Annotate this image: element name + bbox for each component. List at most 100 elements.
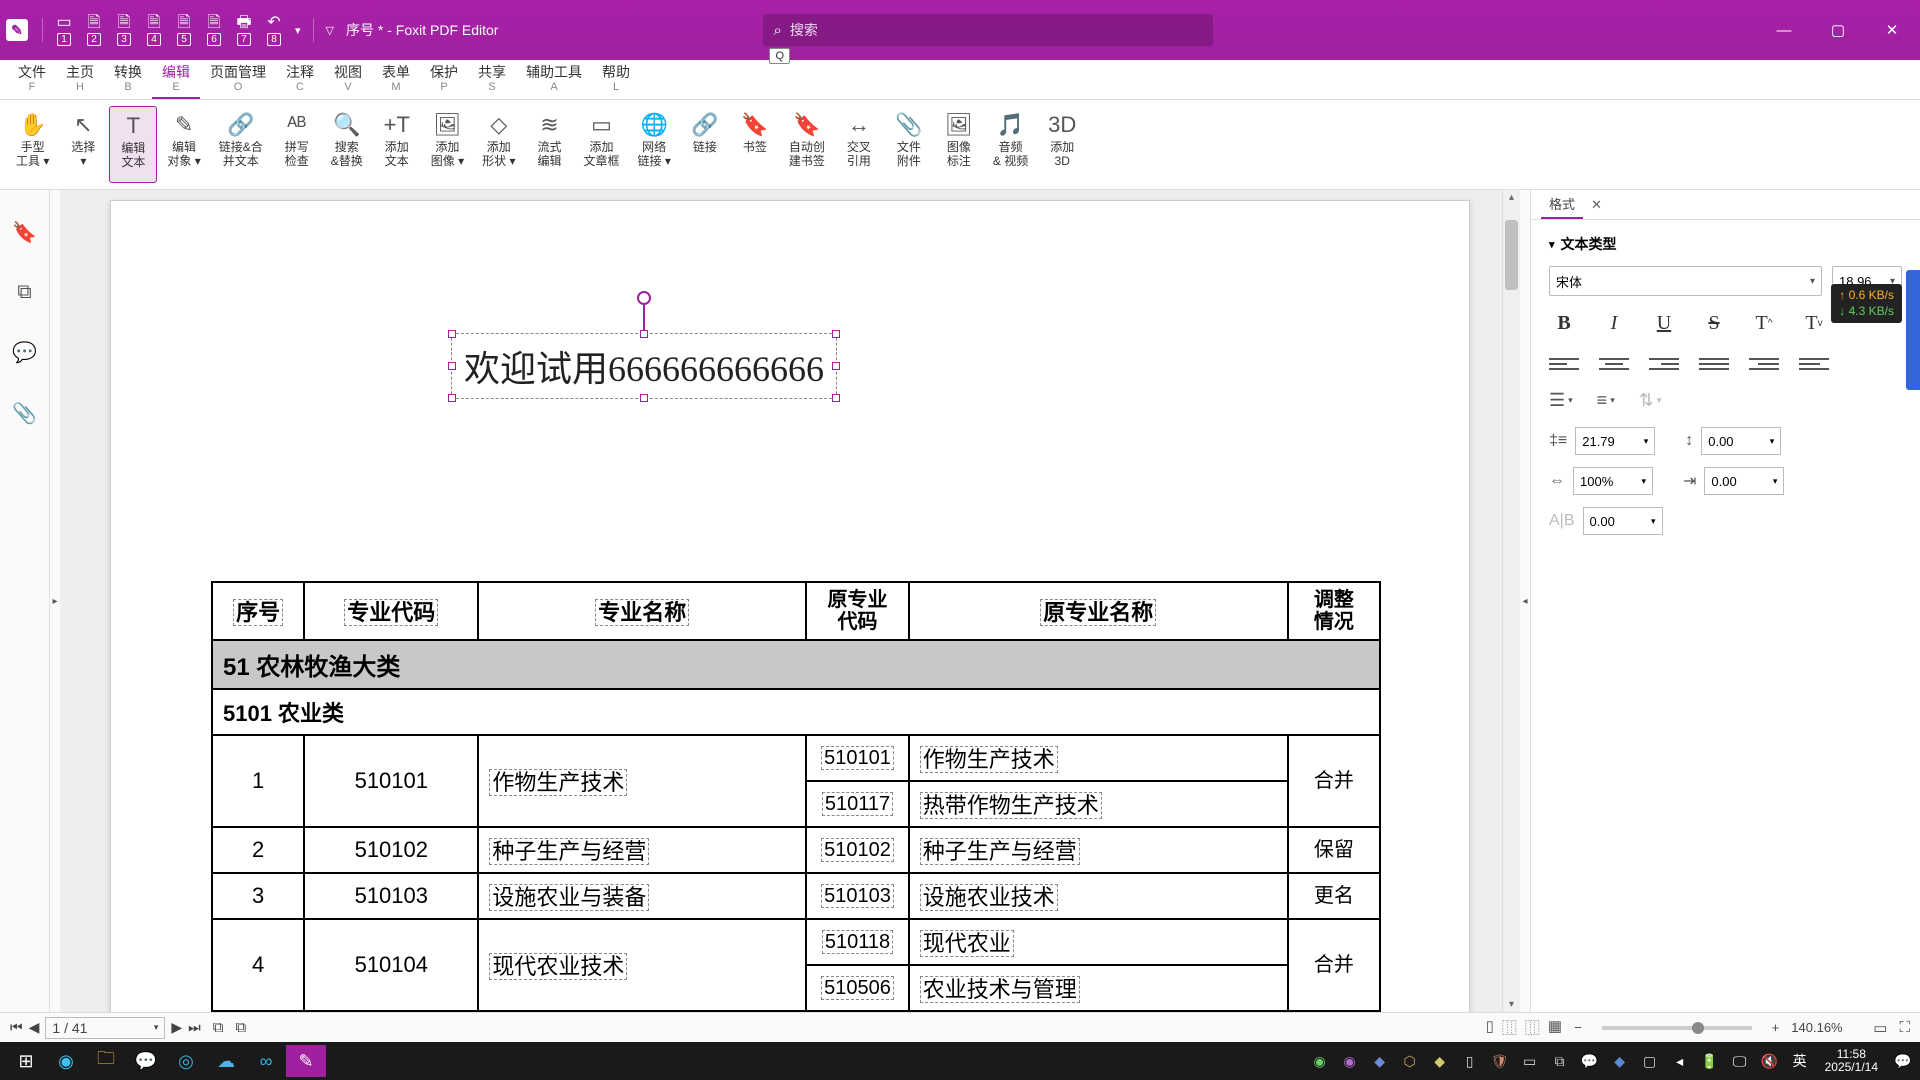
clock[interactable]: 11:58 2025/1/14 <box>1819 1048 1884 1074</box>
page-number-input[interactable]: 1 / 41▾ <box>45 1017 165 1039</box>
tray-icon[interactable]: ⬡ <box>1399 1053 1421 1070</box>
resize-handle-mr[interactable] <box>832 362 840 370</box>
volume-icon[interactable]: 🔇 <box>1759 1053 1781 1070</box>
align-left-button[interactable] <box>1549 352 1579 376</box>
quick-access-5[interactable]: 🗎5 <box>169 10 199 50</box>
ribbon-btn-2[interactable]: T编辑文本 <box>109 106 157 183</box>
align-right-button[interactable] <box>1649 352 1679 376</box>
restore-button[interactable]: ▢ <box>1816 14 1860 46</box>
tray-icon[interactable]: ▢ <box>1639 1053 1661 1070</box>
ribbon-btn-12[interactable]: 🌐网络链接 ▾ <box>629 106 678 183</box>
right-expand-handle[interactable]: ◂ <box>1520 190 1530 1012</box>
subscript-button[interactable]: Tv <box>1799 308 1829 338</box>
app2-icon[interactable]: ☁ <box>206 1045 246 1077</box>
zoom-slider[interactable] <box>1602 1026 1752 1030</box>
scroll-up-icon[interactable]: ▴ <box>1503 192 1520 203</box>
quick-access-6[interactable]: 🗎6 <box>199 10 229 50</box>
notifications-icon[interactable]: 💬 <box>1892 1053 1914 1070</box>
app1-icon[interactable]: ◎ <box>166 1045 206 1077</box>
zoom-in-button[interactable]: + <box>1772 1020 1780 1035</box>
last-page-button[interactable]: ⏭ <box>188 1019 201 1036</box>
resize-handle-ml[interactable] <box>448 362 456 370</box>
attachments-icon[interactable]: 📎 <box>12 401 37 426</box>
scale-input[interactable]: 100%▾ <box>1573 467 1653 495</box>
tray-icon[interactable]: ▭ <box>1519 1053 1541 1070</box>
right-side-tab[interactable] <box>1906 270 1920 390</box>
search-input[interactable] <box>790 22 1204 38</box>
menu-tab-O[interactable]: 页面管理O <box>200 60 276 99</box>
zoom-out-button[interactable]: − <box>1574 1020 1582 1035</box>
ribbon-btn-4[interactable]: 🔗链接&合并文本 <box>211 106 271 183</box>
align-center-button[interactable] <box>1599 352 1629 376</box>
selection-box[interactable]: 欢迎试用666666666666 <box>451 333 837 399</box>
ribbon-btn-20[interactable]: 3D添加3D <box>1038 106 1086 183</box>
tray-icon[interactable]: ◉ <box>1309 1053 1331 1070</box>
tray-icon[interactable]: 💬 <box>1579 1053 1601 1070</box>
ime-indicator[interactable]: 英 <box>1789 1051 1811 1071</box>
ribbon-btn-9[interactable]: ◇添加形状 ▾ <box>474 106 523 183</box>
menu-tab-C[interactable]: 注释C <box>276 60 324 99</box>
bold-button[interactable]: B <box>1549 308 1579 338</box>
start-button[interactable]: ⊞ <box>6 1045 46 1077</box>
resize-handle-br[interactable] <box>832 394 840 402</box>
zoom-knob[interactable] <box>1692 1022 1704 1034</box>
qat-expand-icon[interactable]: ▽ <box>326 24 334 37</box>
fullscreen-button[interactable]: ⛶ <box>1899 1019 1910 1036</box>
ribbon-btn-19[interactable]: 🎵音频& 视频 <box>985 106 1036 183</box>
document-view[interactable]: 欢迎试用666666666666 序号专业代码专业名称原专业代码原专业名称调整情… <box>60 190 1520 1012</box>
wechat-icon[interactable]: 💬 <box>126 1045 166 1077</box>
indent-decrease-button[interactable] <box>1749 352 1779 376</box>
zoom-value[interactable]: 140.16% <box>1791 1020 1861 1035</box>
line-spacing-input[interactable]: 21.79▾ <box>1575 427 1655 455</box>
menu-tab-M[interactable]: 表单M <box>372 60 420 99</box>
indent-increase-button[interactable] <box>1799 352 1829 376</box>
tray-icon[interactable]: ◆ <box>1429 1053 1451 1070</box>
ribbon-btn-18[interactable]: 🖼图像标注 <box>935 106 983 183</box>
pages-icon[interactable]: ⧉ <box>17 281 31 304</box>
battery-icon[interactable]: 🔋 <box>1699 1053 1721 1070</box>
resize-handle-tl[interactable] <box>448 330 456 338</box>
tray-icon[interactable]: ◆ <box>1609 1053 1631 1070</box>
read-mode-button[interactable]: ▭ <box>1873 1019 1887 1037</box>
comments-icon[interactable]: 💬 <box>12 340 37 365</box>
next-page-button[interactable]: ▶ <box>171 1019 182 1036</box>
ribbon-btn-1[interactable]: ↖选择▾ <box>59 106 107 183</box>
tray-icon[interactable]: ◆ <box>1369 1053 1391 1070</box>
italic-button[interactable]: I <box>1599 308 1629 338</box>
menu-tab-B[interactable]: 转换B <box>104 60 152 99</box>
prev-page-button[interactable]: ◀ <box>29 1019 40 1036</box>
paste-button[interactable]: ⧉ <box>236 1019 247 1036</box>
ribbon-btn-10[interactable]: ≋流式编辑 <box>525 106 573 183</box>
bookmark-icon[interactable]: 🔖 <box>12 220 37 245</box>
rotate-handle[interactable] <box>637 291 651 305</box>
ribbon-btn-16[interactable]: ↔交叉引用 <box>835 106 883 183</box>
quick-access-2[interactable]: 🗎2 <box>79 10 109 50</box>
menu-tab-S[interactable]: 共享S <box>468 60 516 99</box>
baseline-input[interactable]: 0.00▾ <box>1583 507 1663 535</box>
view-facing-button[interactable]: ⿲ <box>1525 1017 1540 1038</box>
indent-input[interactable]: 0.00▾ <box>1704 467 1784 495</box>
view-continuous-button[interactable]: ⿲ <box>1502 1017 1517 1038</box>
resize-handle-tr[interactable] <box>832 330 840 338</box>
vertical-scrollbar[interactable]: ▴ ▾ <box>1502 190 1520 1012</box>
ribbon-btn-14[interactable]: 🔖书签 <box>731 106 779 183</box>
app3-icon[interactable]: ∞ <box>246 1045 286 1077</box>
view-grid-button[interactable]: ▦ <box>1548 1017 1562 1038</box>
resize-handle-bc[interactable] <box>640 394 648 402</box>
ribbon-btn-6[interactable]: 🔍搜索&替换 <box>323 106 371 183</box>
foxit-taskbar-icon[interactable]: ✎ <box>286 1045 326 1077</box>
menu-tab-V[interactable]: 视图V <box>324 60 372 99</box>
font-name-select[interactable]: 宋体▾ <box>1549 266 1822 296</box>
pdf-page[interactable]: 欢迎试用666666666666 序号专业代码专业名称原专业代码原专业名称调整情… <box>110 200 1470 1012</box>
ribbon-btn-0[interactable]: ✋手型工具 ▾ <box>8 106 57 183</box>
quick-access-1[interactable]: ▭1 <box>49 10 79 50</box>
panel-close-icon[interactable]: ✕ <box>1591 197 1602 213</box>
ribbon-btn-11[interactable]: ▭添加文章框 <box>575 106 627 183</box>
search-box[interactable]: ⌕ <box>763 14 1213 46</box>
menu-tab-E[interactable]: 编辑E <box>152 60 200 99</box>
edge-icon[interactable]: ◉ <box>46 1045 86 1077</box>
minimize-button[interactable]: — <box>1762 14 1806 46</box>
ribbon-btn-8[interactable]: 🖼添加图像 ▾ <box>423 106 472 183</box>
qat-more-icon[interactable]: ▾ <box>295 24 301 37</box>
char-spacing-input[interactable]: 0.00▾ <box>1701 427 1781 455</box>
